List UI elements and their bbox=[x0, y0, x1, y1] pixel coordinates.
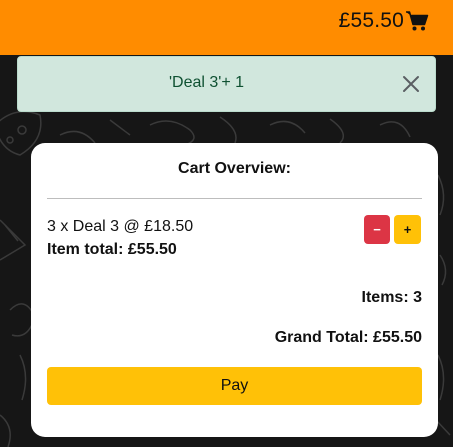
cart-item-line: 3 x Deal 3 @ £18.50 bbox=[47, 218, 194, 235]
divider bbox=[47, 198, 422, 199]
increase-quantity-button[interactable]: + bbox=[394, 215, 421, 244]
top-header: £55.50 bbox=[0, 0, 453, 55]
items-count: Items: 3 bbox=[361, 289, 422, 306]
cart-title: Cart Overview: bbox=[178, 160, 291, 177]
added-to-cart-toast: 'Deal 3'+ 1 bbox=[17, 56, 436, 112]
shopping-cart-icon[interactable] bbox=[405, 10, 429, 32]
close-icon[interactable] bbox=[401, 74, 421, 94]
header-cart-total[interactable]: £55.50 bbox=[339, 9, 404, 33]
toast-message: 'Deal 3'+ 1 bbox=[168, 74, 245, 91]
cart-overview-card: Cart Overview: 3 x Deal 3 @ £18.50 Item … bbox=[31, 143, 438, 437]
grand-total: Grand Total: £55.50 bbox=[274, 329, 422, 346]
cart-summary[interactable]: £55.50 bbox=[339, 9, 429, 33]
cart-item-total: Item total: £55.50 bbox=[47, 241, 177, 258]
pay-button[interactable]: Pay bbox=[47, 367, 422, 405]
decrease-quantity-button[interactable]: − bbox=[364, 215, 390, 244]
